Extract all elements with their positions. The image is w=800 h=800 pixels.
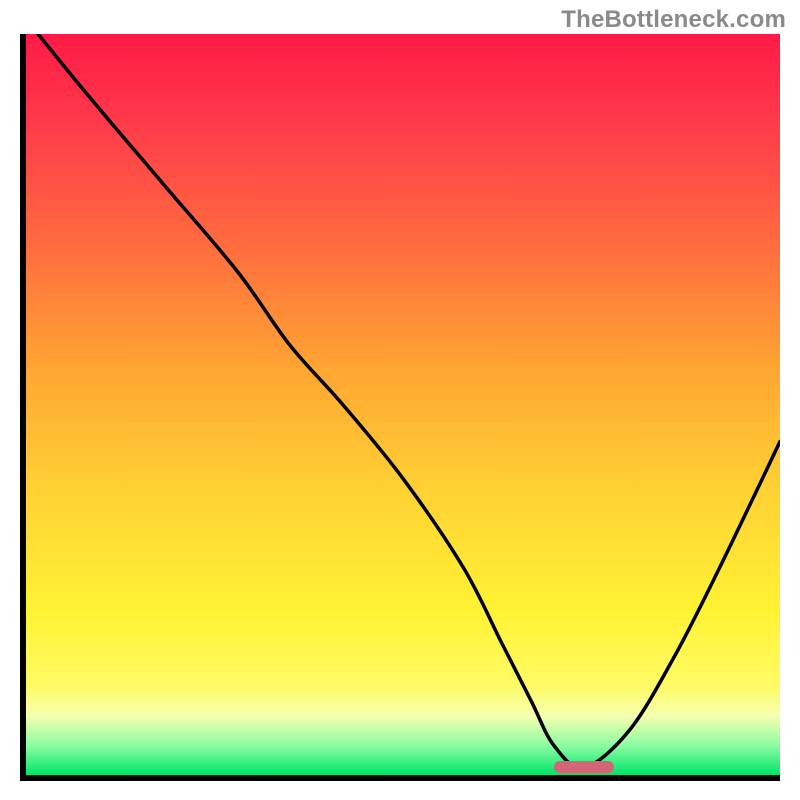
watermark-text: TheBottleneck.com: [561, 6, 786, 34]
chart-frame: TheBottleneck.com: [0, 0, 800, 800]
curve-svg: [26, 34, 780, 775]
optimal-range-marker: [554, 761, 614, 773]
plot-area: [20, 34, 780, 781]
bottleneck-curve: [26, 34, 780, 768]
